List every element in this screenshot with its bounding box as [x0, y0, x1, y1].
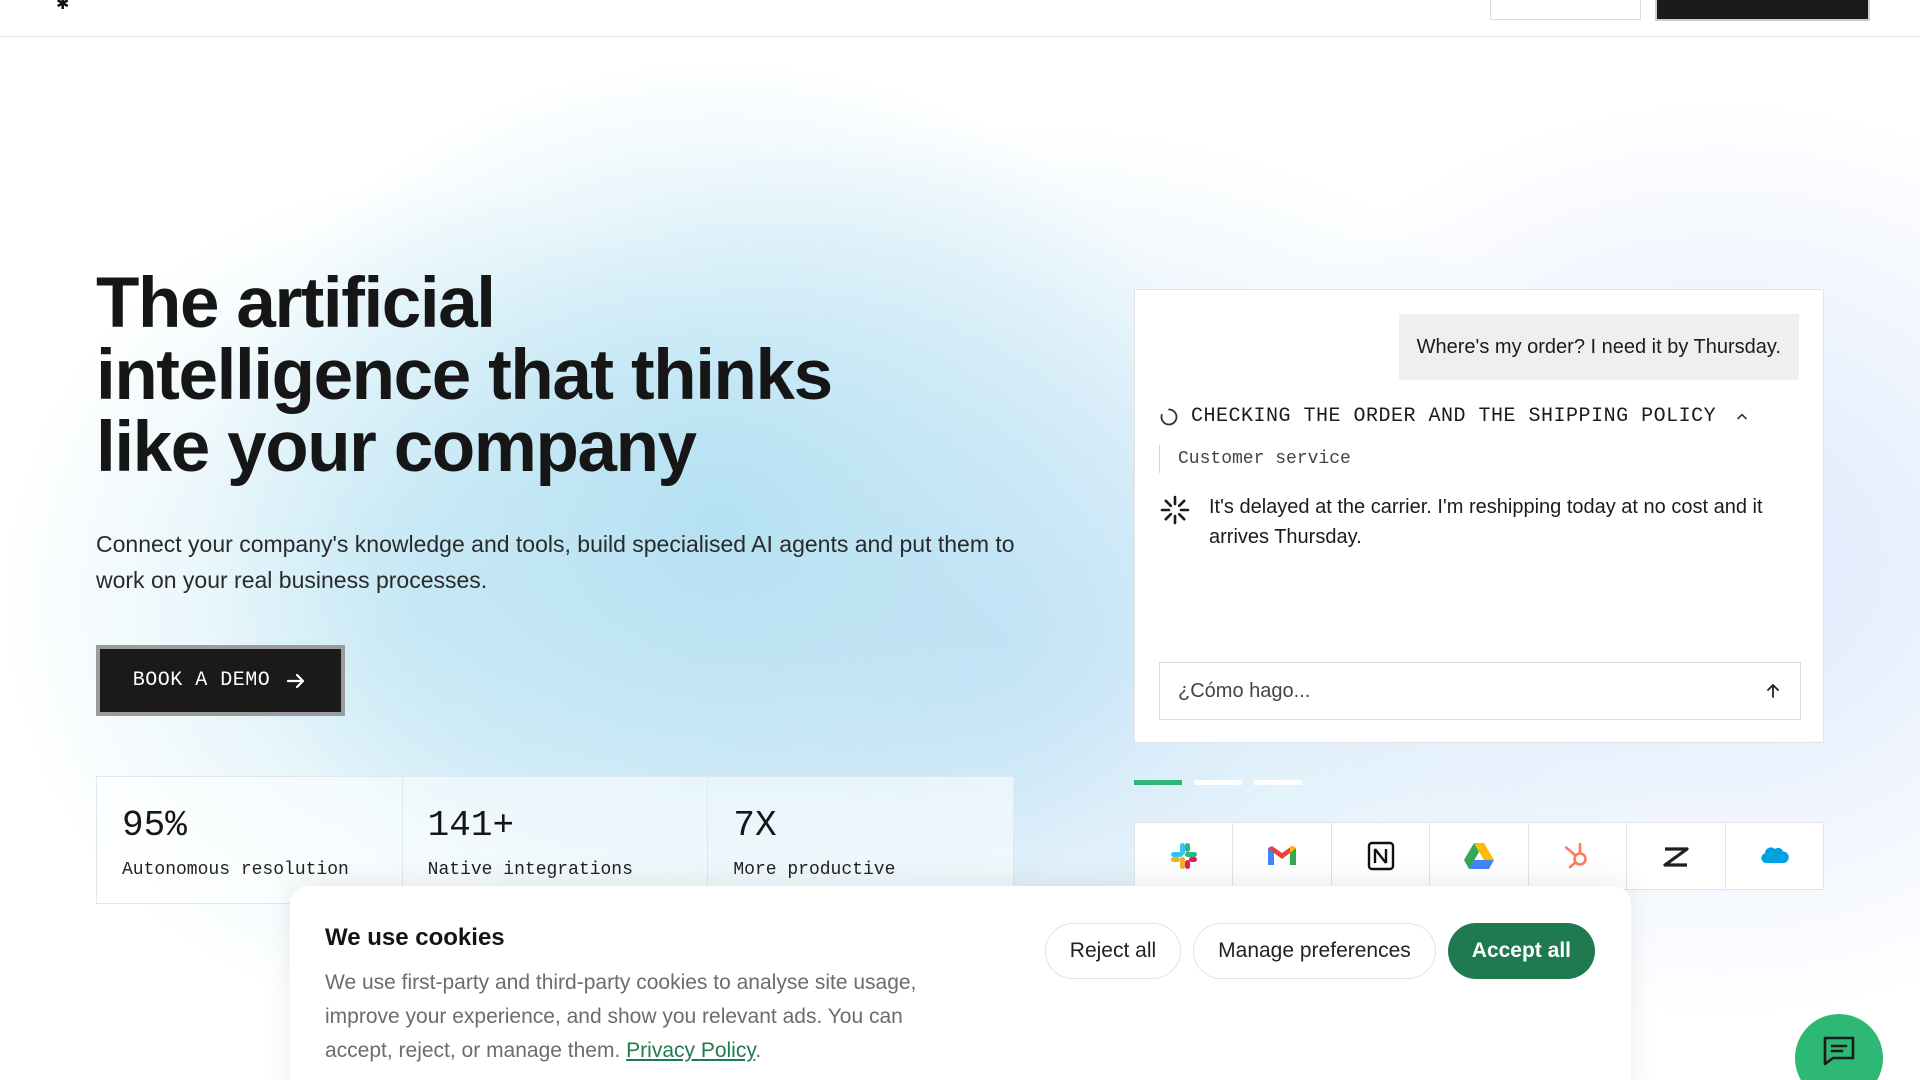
accept-all-button[interactable]: Accept all [1447, 923, 1595, 979]
agent-burst-icon [1160, 495, 1190, 525]
arrow-right-icon [287, 673, 305, 688]
notion-icon [1367, 841, 1394, 871]
agent-answer: It's delayed at the carrier. I'm reshipp… [1159, 492, 1799, 552]
stat-value: 141+ [427, 805, 515, 846]
cookie-body-text: We use first-party and third-party cooki… [325, 971, 917, 1062]
gmail-icon [1268, 846, 1297, 865]
integration-salesforce[interactable] [1726, 823, 1823, 889]
loading-spinner-icon [1160, 408, 1178, 425]
nav-primary-button[interactable] [1655, 0, 1870, 21]
chat-demo-card: Where's my order? I need it by Thursday.… [1134, 289, 1824, 743]
integrations-strip [1134, 822, 1824, 890]
agent-name-label: Customer service [1159, 445, 1351, 473]
slack-icon [1170, 843, 1197, 869]
agent-answer-text: It's delayed at the carrier. I'm reshipp… [1209, 496, 1763, 548]
reject-all-button[interactable]: Reject all [1044, 923, 1182, 979]
nav-secondary-button[interactable] [1490, 0, 1641, 20]
carousel-dot[interactable] [1254, 780, 1302, 785]
salesforce-icon [1761, 847, 1789, 863]
integration-google-drive[interactable] [1430, 823, 1529, 889]
chat-bubble-icon [1823, 1036, 1855, 1066]
zendesk-icon [1663, 847, 1689, 867]
top-navigation-bar: ✱ [0, 0, 1920, 37]
privacy-policy-link[interactable]: Privacy Policy [626, 1039, 755, 1062]
stat-label: Native integrations [427, 860, 633, 880]
cookie-consent-banner: We use cookies We use first-party and th… [290, 886, 1631, 1080]
integration-gmail[interactable] [1233, 823, 1332, 889]
thinking-step-header[interactable]: CHECKING THE ORDER AND THE SHIPPING POLI… [1159, 405, 1750, 428]
integration-slack[interactable] [1135, 823, 1234, 889]
chat-input-box[interactable] [1159, 662, 1801, 720]
carousel-dot[interactable] [1194, 780, 1242, 785]
stat-value: 95% [122, 805, 187, 846]
hero-subtitle: Connect your company's knowledge and too… [96, 531, 1015, 593]
logo-icon[interactable]: ✱ [56, 0, 69, 14]
stat-label: Autonomous resolution [122, 860, 349, 880]
hubspot-icon [1565, 842, 1588, 869]
integration-hubspot[interactable] [1529, 823, 1628, 889]
cookie-title: We use cookies [325, 924, 505, 951]
book-demo-label: BOOK A DEMO [132, 669, 271, 692]
stat-native-integrations: 141+ Native integrations [403, 777, 709, 903]
integration-notion[interactable] [1332, 823, 1431, 889]
carousel-indicators [1134, 780, 1302, 785]
cookie-body: We use first-party and third-party cooki… [325, 971, 917, 1062]
stat-value: 7X [733, 805, 777, 846]
stat-autonomous-resolution: 95% Autonomous resolution [97, 777, 403, 903]
google-drive-icon [1463, 843, 1494, 869]
stats-row: 95% Autonomous resolution 141+ Native in… [96, 776, 1014, 904]
carousel-dot[interactable] [1134, 780, 1182, 785]
chevron-up-icon [1737, 413, 1747, 419]
thinking-step-label: CHECKING THE ORDER AND THE SHIPPING POLI… [1191, 405, 1717, 428]
user-message-bubble: Where's my order? I need it by Thursday. [1398, 314, 1799, 380]
send-arrow-up-icon[interactable] [1764, 682, 1782, 700]
stat-label: More productive [733, 860, 896, 880]
hero-title: The artificial intelligence that thinks … [96, 264, 833, 487]
stat-more-productive: 7X More productive [708, 777, 1013, 903]
cookie-actions: Reject all Manage preferences Accept all [1044, 923, 1595, 979]
integration-zendesk[interactable] [1627, 823, 1726, 889]
chat-input[interactable] [1178, 679, 1764, 703]
book-demo-button[interactable]: BOOK A DEMO [96, 645, 345, 716]
manage-preferences-button[interactable]: Manage preferences [1193, 923, 1436, 979]
